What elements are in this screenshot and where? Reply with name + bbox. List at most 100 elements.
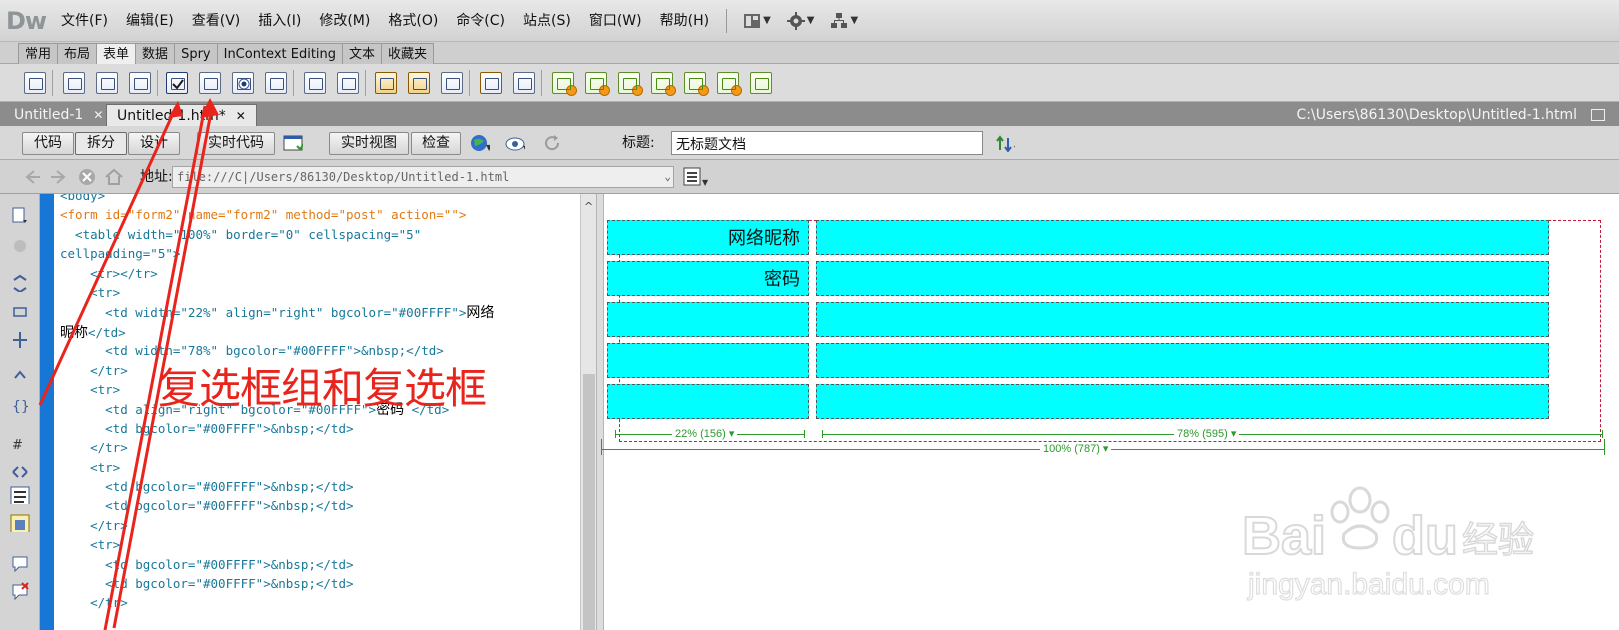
menu-item[interactable]: 站点(S) bbox=[514, 0, 580, 42]
word-wrap-icon[interactable] bbox=[10, 486, 30, 504]
spry-confirm-icon[interactable] bbox=[717, 72, 742, 96]
site-menu-button[interactable]: ▼ bbox=[830, 12, 858, 30]
table-cell-label[interactable]: 密码 bbox=[607, 261, 809, 296]
menu-item[interactable]: 命令(C) bbox=[447, 0, 514, 42]
show-code-navigator-icon[interactable] bbox=[10, 236, 30, 254]
spry-checkbox-icon[interactable] bbox=[618, 72, 643, 96]
split-divider[interactable] bbox=[596, 194, 604, 630]
menu-item[interactable]: 帮助(H) bbox=[651, 0, 718, 42]
file-field-icon[interactable] bbox=[408, 72, 430, 94]
inspect-button[interactable]: 检查 bbox=[411, 132, 461, 155]
live-view-button[interactable]: 实时视图 bbox=[329, 132, 409, 155]
browser-compat-icon[interactable] bbox=[283, 134, 303, 152]
table-cell-value[interactable] bbox=[816, 343, 1549, 378]
doc-tab-untitled-1[interactable]: Untitled-1 ✕ bbox=[4, 104, 113, 126]
preview-debug-icon[interactable]: ▼ bbox=[505, 134, 525, 152]
address-input[interactable]: file:///C|/Users/86130/Desktop/Untitled-… bbox=[172, 166, 674, 188]
menu-item[interactable]: 窗口(W) bbox=[580, 0, 651, 42]
menu-item[interactable]: 插入(I) bbox=[249, 0, 310, 42]
settings-menu-button[interactable]: ▼ bbox=[786, 11, 814, 30]
line-numbers-icon[interactable]: # bbox=[10, 434, 30, 452]
page-title-input[interactable]: 无标题文档 bbox=[671, 131, 983, 155]
code-line: <tr> bbox=[60, 283, 120, 303]
checkbox-group-icon[interactable] bbox=[199, 72, 221, 94]
spry-radio-group-icon[interactable] bbox=[750, 72, 772, 94]
radio-group-icon[interactable] bbox=[265, 72, 287, 94]
code-view-button[interactable]: 代码 bbox=[22, 132, 74, 155]
table-cell-value[interactable] bbox=[816, 220, 1549, 255]
design-view-button[interactable]: 设计 bbox=[128, 132, 180, 155]
syntax-coloring-icon[interactable] bbox=[10, 514, 30, 532]
insert-tab[interactable]: 布局 bbox=[57, 43, 98, 64]
button-icon[interactable] bbox=[441, 72, 463, 94]
close-icon[interactable]: ✕ bbox=[93, 108, 103, 122]
live-code-button[interactable]: 实时代码 bbox=[197, 132, 275, 155]
fieldset-icon[interactable] bbox=[513, 72, 535, 94]
collapse-selection-icon[interactable] bbox=[10, 302, 30, 320]
image-field-icon[interactable] bbox=[375, 72, 397, 94]
list-menu-icon[interactable] bbox=[304, 72, 326, 94]
menu-item[interactable]: 查看(V) bbox=[183, 0, 250, 42]
checkbox-icon[interactable] bbox=[166, 72, 188, 94]
textarea-icon[interactable] bbox=[96, 72, 118, 94]
open-documents-icon[interactable] bbox=[10, 206, 30, 224]
label-icon[interactable] bbox=[480, 72, 502, 94]
insert-tab[interactable]: Spry bbox=[174, 43, 218, 64]
file-management-icon[interactable]: ▼ bbox=[995, 134, 1015, 152]
table-cell-value[interactable] bbox=[816, 384, 1549, 419]
chevron-down-icon[interactable]: ⌄ bbox=[664, 167, 671, 187]
jump-menu-icon[interactable] bbox=[337, 72, 359, 94]
expand-all-icon[interactable] bbox=[10, 330, 30, 348]
back-icon[interactable] bbox=[24, 169, 42, 185]
hidden-field-icon[interactable] bbox=[129, 72, 151, 94]
restore-icon[interactable] bbox=[1591, 109, 1605, 121]
menu-item[interactable]: 格式(O) bbox=[379, 0, 447, 42]
table-cell-value[interactable] bbox=[816, 302, 1549, 337]
spry-textarea-icon[interactable] bbox=[585, 72, 610, 96]
forward-icon[interactable] bbox=[49, 169, 67, 185]
form-icon[interactable] bbox=[24, 72, 46, 94]
measure-label-left[interactable]: 22% (156) ▾ bbox=[672, 427, 738, 440]
doc-tab-untitled-1-htm[interactable]: Untitled-1.htm* ✕ bbox=[106, 104, 257, 126]
refresh-icon[interactable] bbox=[543, 134, 563, 152]
select-parent-tag-icon[interactable] bbox=[10, 368, 30, 386]
text-field-icon[interactable] bbox=[63, 72, 85, 94]
split-view-button[interactable]: 拆分 bbox=[75, 132, 127, 155]
spry-select-icon[interactable] bbox=[651, 72, 676, 96]
table-cell-label[interactable]: 网络昵称 bbox=[607, 220, 809, 255]
menu-item[interactable]: 文件(F) bbox=[52, 0, 117, 42]
collapse-full-tag-icon[interactable] bbox=[10, 274, 30, 292]
design-view-pane[interactable]: 网络昵称密码 22% (156) ▾ 78% (595) ▾ 100% (787… bbox=[601, 194, 1619, 630]
home-icon[interactable] bbox=[104, 168, 124, 186]
layout-menu-button[interactable]: ▼ bbox=[743, 13, 771, 29]
spry-text-field-icon[interactable] bbox=[552, 72, 577, 96]
table-cell-label[interactable] bbox=[607, 302, 809, 337]
insert-tab[interactable]: 表单 bbox=[96, 43, 137, 64]
insert-tab[interactable]: 文本 bbox=[342, 43, 383, 64]
code-scroll-thumb[interactable] bbox=[583, 374, 595, 630]
globe-icon[interactable]: ▼ bbox=[470, 134, 490, 152]
view-options-icon[interactable]: ▼ bbox=[683, 167, 711, 187]
measure-label-total[interactable]: 100% (787) ▾ bbox=[1040, 442, 1112, 455]
balance-braces-icon[interactable]: {} bbox=[10, 396, 30, 414]
stop-icon[interactable] bbox=[78, 168, 96, 186]
menu-item[interactable]: 编辑(E) bbox=[117, 0, 183, 42]
insert-tab[interactable]: 数据 bbox=[135, 43, 176, 64]
radio-button-icon[interactable] bbox=[232, 72, 254, 94]
menu-item[interactable]: 修改(M) bbox=[310, 0, 379, 42]
chevron-up-icon[interactable]: ^ bbox=[584, 200, 593, 213]
table-cell-value[interactable] bbox=[816, 261, 1549, 296]
close-icon[interactable]: ✕ bbox=[236, 109, 246, 123]
code-scrollbar[interactable]: ^ bbox=[580, 194, 596, 630]
code-markup: <form id="form2" name="form2" method="po… bbox=[60, 207, 467, 223]
spry-password-icon[interactable] bbox=[684, 72, 709, 96]
insert-tab[interactable]: InContext Editing bbox=[216, 43, 344, 64]
highlight-invalid-code-icon[interactable] bbox=[10, 462, 30, 480]
insert-tab[interactable]: 常用 bbox=[18, 43, 59, 64]
remove-comment-icon[interactable] bbox=[10, 582, 30, 600]
table-cell-label[interactable] bbox=[607, 384, 809, 419]
table-cell-label[interactable] bbox=[607, 343, 809, 378]
insert-tab[interactable]: 收藏夹 bbox=[381, 43, 435, 64]
measure-label-right[interactable]: 78% (595) ▾ bbox=[1174, 427, 1240, 440]
apply-comment-icon[interactable] bbox=[10, 554, 30, 572]
